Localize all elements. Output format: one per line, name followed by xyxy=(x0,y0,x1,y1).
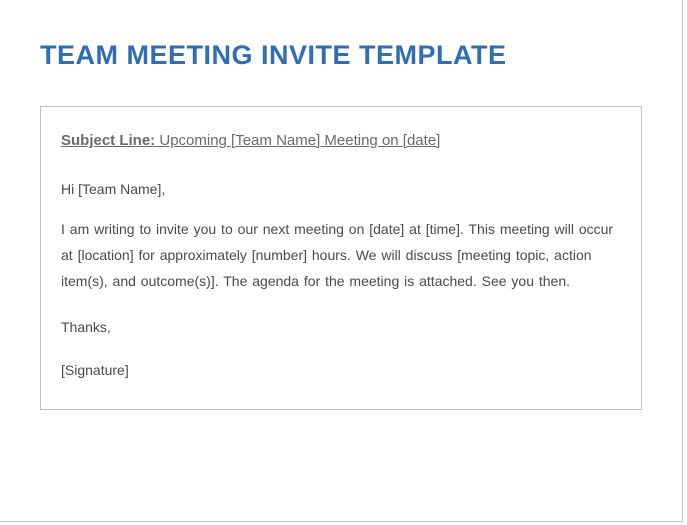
email-body: Hi [Team Name], I am writing to invite y… xyxy=(61,177,621,384)
document-page: TEAM MEETING INVITE TEMPLATE Subject Lin… xyxy=(0,0,683,522)
subject-line: Subject Line: Upcoming [Team Name] Meeti… xyxy=(61,132,621,149)
main-paragraph: I am writing to invite you to our next m… xyxy=(61,217,621,295)
subject-text: Upcoming [Team Name] Meeting on [date] xyxy=(155,132,440,149)
document-title: TEAM MEETING INVITE TEMPLATE xyxy=(40,40,642,71)
thanks-text: Thanks, xyxy=(61,315,621,341)
greeting-text: Hi [Team Name], xyxy=(61,177,621,203)
subject-label: Subject Line: xyxy=(61,132,155,149)
signature-text: [Signature] xyxy=(61,358,621,384)
email-template-box: Subject Line: Upcoming [Team Name] Meeti… xyxy=(40,106,642,410)
